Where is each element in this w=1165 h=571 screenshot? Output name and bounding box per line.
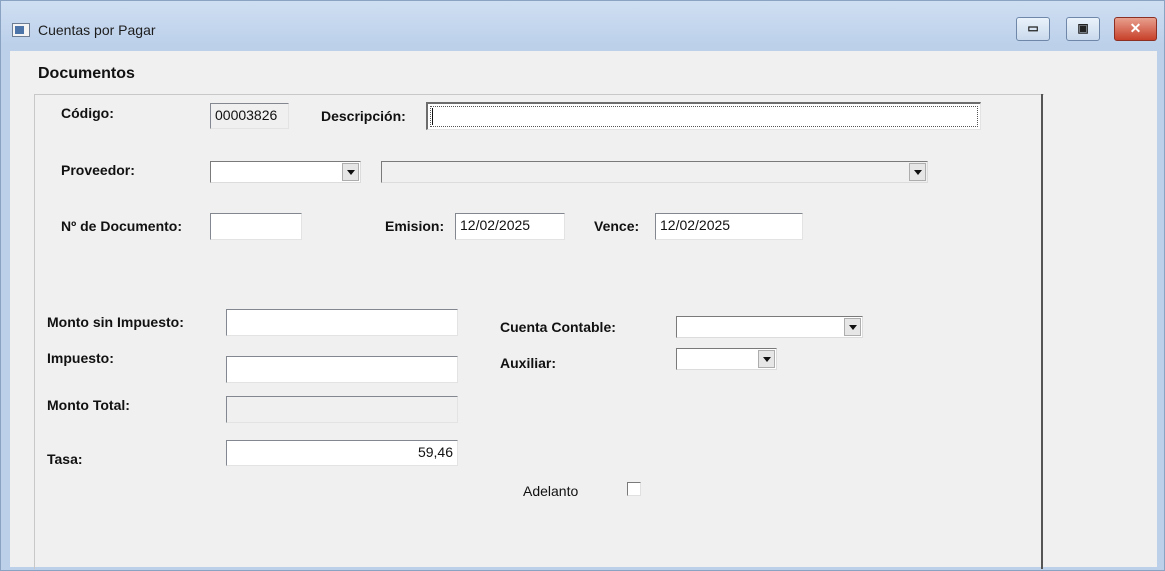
tasa-label: Tasa: (47, 451, 83, 467)
group-border-right (1041, 94, 1043, 569)
documento-label: Nº de Documento: (61, 218, 183, 234)
cuenta-contable-label: Cuenta Contable: (500, 319, 616, 335)
vence-label: Vence: (594, 218, 640, 234)
vence-date-input[interactable]: 12/02/2025 (655, 213, 803, 240)
focus-rectangle (430, 106, 978, 127)
group-border-left (34, 94, 35, 569)
auxiliar-label: Auxiliar: (500, 355, 557, 371)
tasa-input[interactable]: 59,46 (226, 440, 458, 466)
documento-input[interactable] (210, 213, 302, 240)
emision-date-input[interactable]: 12/02/2025 (455, 213, 565, 240)
adelanto-checkbox[interactable] (627, 482, 641, 496)
form-client-area: Documentos Código: 00003826 Descripción:… (10, 51, 1157, 569)
chevron-down-icon[interactable] (844, 318, 861, 336)
minimize-button[interactable]: ▭ (1016, 17, 1050, 41)
descripcion-label: Descripción: (321, 108, 406, 124)
codigo-label: Código: (61, 105, 114, 121)
emision-label: Emision: (385, 218, 445, 234)
adelanto-label: Adelanto (523, 483, 579, 499)
auxiliar-combo[interactable] (676, 348, 777, 370)
group-border-top (34, 94, 1044, 95)
app-window: Cuentas por Pagar ▭ ▣ ✕ Documentos Códig… (0, 0, 1165, 571)
app-icon (12, 23, 30, 37)
proveedor-label: Proveedor: (61, 162, 135, 178)
window-title: Cuentas por Pagar (38, 22, 156, 38)
impuesto-label: Impuesto: (47, 350, 114, 366)
chevron-down-icon[interactable] (909, 163, 926, 181)
monto-sin-impuesto-input[interactable] (226, 309, 458, 336)
monto-sin-impuesto-label: Monto sin Impuesto: (47, 314, 184, 330)
monto-total-field (226, 396, 458, 423)
proveedor-name-combo[interactable] (381, 161, 928, 183)
proveedor-code-combo[interactable] (210, 161, 361, 183)
close-button[interactable]: ✕ (1114, 17, 1157, 41)
codigo-field: 00003826 (210, 103, 289, 129)
section-heading: Documentos (38, 65, 135, 82)
title-bar[interactable]: Cuentas por Pagar ▭ ▣ ✕ (1, 1, 1164, 51)
minimize-icon: ▭ (1027, 21, 1039, 35)
cuenta-contable-combo[interactable] (676, 316, 863, 338)
descripcion-input[interactable] (426, 102, 981, 130)
maximize-button[interactable]: ▣ (1066, 17, 1100, 41)
impuesto-input[interactable] (226, 356, 458, 383)
close-icon: ✕ (1129, 20, 1142, 36)
maximize-icon: ▣ (1077, 21, 1089, 35)
monto-total-label: Monto Total: (47, 397, 130, 413)
chevron-down-icon[interactable] (758, 350, 775, 368)
chevron-down-icon[interactable] (342, 163, 359, 181)
